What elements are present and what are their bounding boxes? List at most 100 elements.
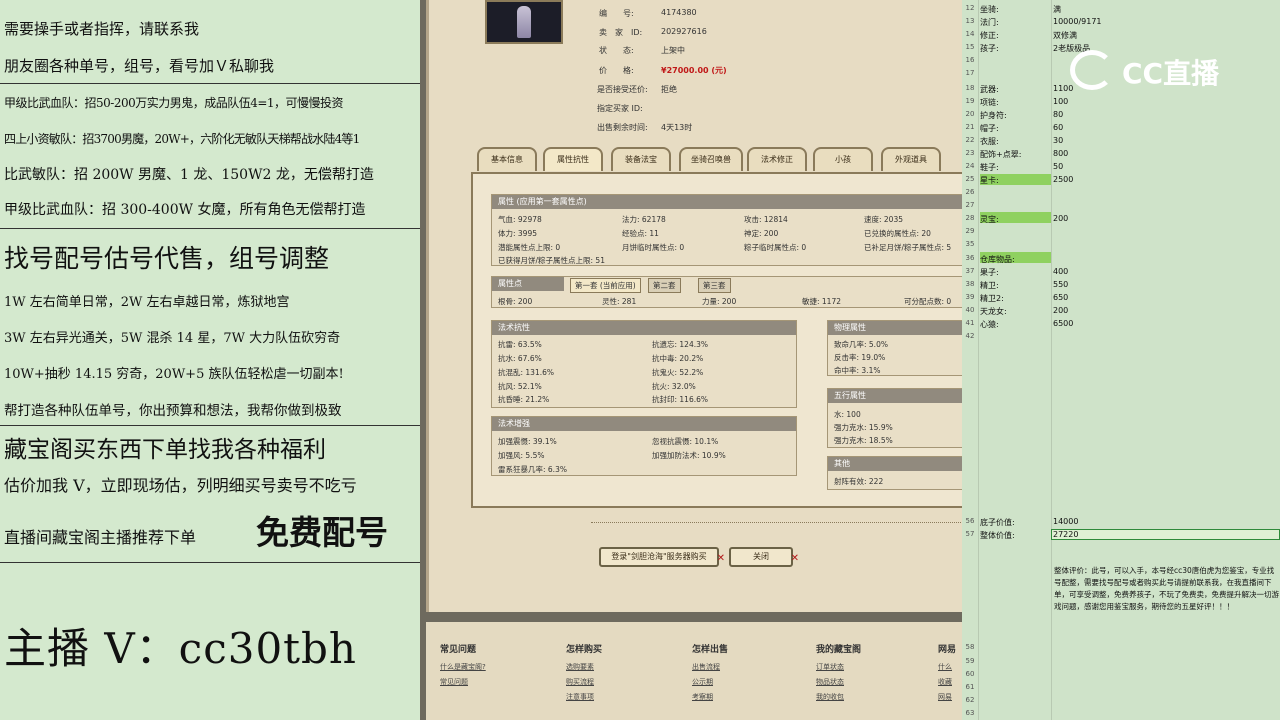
footer-link[interactable]: 选购要素 [566, 662, 594, 672]
tab-child[interactable]: 小孩 [813, 147, 873, 171]
point-value: 敏捷: 1172 [802, 297, 841, 306]
sheet-key-cell[interactable]: 仓库物品: [980, 254, 1015, 265]
tab-mounts-pets[interactable]: 坐骑召唤兽 [679, 147, 743, 171]
resist-value: 抗雷: 63.5% [498, 340, 542, 349]
tab-spell-mods[interactable]: 法术修正 [747, 147, 807, 171]
sheet-key-cell[interactable]: 修正: [980, 30, 999, 41]
boost-value: 加强震慑: 39.1% [498, 437, 557, 446]
five-elements-section: 五行属性 水: 100 强力克水: 15.9% 强力克木: 18.5% [827, 388, 962, 448]
row-number: 36 [965, 254, 975, 262]
footer-link[interactable]: 什么 [938, 662, 952, 672]
row-number: 40 [965, 306, 975, 314]
close-button[interactable]: 关闭 ✕ [729, 547, 799, 567]
tab-attributes[interactable]: 属性抗性 [543, 147, 603, 171]
footer-link[interactable]: 购买流程 [566, 677, 594, 687]
login-buy-button[interactable]: 登录"剑胆沧海"服务器购买 ✕ [599, 547, 725, 567]
resist-value: 抗混乱: 131.6% [498, 368, 555, 377]
footer-link[interactable]: 网易 [938, 692, 952, 702]
sheet-key-cell[interactable]: 心猿: [980, 319, 999, 330]
footer-link[interactable]: 常见问题 [440, 677, 468, 687]
row-number: 35 [965, 240, 975, 248]
footer-link[interactable]: 公示期 [692, 677, 713, 687]
sheet-key-cell[interactable]: 果子: [980, 267, 999, 278]
point-value: 灵性: 281 [602, 297, 637, 306]
remaining-label: 出售剩余时间: [597, 123, 648, 132]
footer-link[interactable]: 考察期 [692, 692, 713, 702]
sheet-key-cell[interactable]: 坐骑: [980, 4, 999, 15]
sheet-value-cell[interactable]: 50 [1053, 162, 1063, 171]
attr-value: 体力: 3995 [498, 229, 537, 238]
boost-value: 雷系狂暴几率: 6.3% [498, 465, 567, 474]
price-value: ¥27000.00 (元) [661, 66, 727, 75]
character-thumbnail [485, 0, 563, 44]
sheet-value-cell[interactable]: 100 [1053, 97, 1068, 106]
footer-link[interactable]: 订单状态 [816, 662, 844, 672]
row-number: 15 [965, 43, 975, 51]
sheet-value-cell[interactable]: 200 [1053, 306, 1068, 315]
sheet-key-cell[interactable]: 精卫2: [980, 293, 1004, 304]
resist-value: 抗中毒: 20.2% [652, 354, 704, 363]
sheet-key-cell[interactable]: 天龙女: [980, 306, 1007, 317]
tab-equipment[interactable]: 装备法宝 [611, 147, 671, 171]
sheet-value-cell[interactable]: 650 [1053, 293, 1068, 302]
cc-logo-icon [1070, 50, 1114, 90]
resist-value: 抗封印: 116.6% [652, 395, 709, 404]
sheet-key-cell[interactable]: 星卡: [980, 175, 999, 186]
sheet-value-cell[interactable]: 200 [1053, 214, 1068, 223]
footer-link[interactable]: 收藏 [938, 677, 952, 687]
sheet-key-cell[interactable]: 衣服: [980, 136, 999, 147]
other-value: 射阵有效: 222 [834, 477, 884, 486]
sheet-key-cell[interactable]: 帽子: [980, 123, 999, 134]
footer-link[interactable]: 什么是藏宝阁? [440, 662, 486, 672]
footer-link[interactable]: 注意事项 [566, 692, 594, 702]
section-title: 法术抗性 [492, 321, 796, 335]
close-mark-icon: ✕ [790, 553, 799, 564]
sheet-key-cell[interactable]: 灵宝: [980, 214, 999, 225]
sheet-value-cell[interactable]: 80 [1053, 110, 1063, 119]
footer-col-title: 网易 [938, 645, 957, 655]
boost-value: 加强加防法术: 10.9% [652, 451, 726, 460]
row-number: 25 [965, 175, 975, 183]
footer-link[interactable]: 出售流程 [692, 662, 720, 672]
sheet-value-cell[interactable]: 400 [1053, 267, 1068, 276]
sheet-key-cell[interactable]: 护身符: [980, 110, 1007, 121]
sheet-key-cell[interactable]: 底子价值: [980, 517, 1015, 528]
sheet-key-cell[interactable]: 孩子: [980, 43, 999, 54]
tab-second-set[interactable]: 第二套 [648, 278, 681, 293]
sheet-value-cell[interactable]: 14000 [1053, 517, 1078, 526]
footer-link[interactable]: 物品状态 [816, 677, 844, 687]
sheet-value-cell[interactable]: 30 [1053, 136, 1063, 145]
sheet-key-cell[interactable]: 鞋子: [980, 162, 999, 173]
sheet-value-cell[interactable]: 6500 [1053, 319, 1073, 328]
tab-appearance[interactable]: 外观道具 [881, 147, 941, 171]
overall-comment: 整体评价：此号，可以入手，本号经cc30唐伯虎为您鉴宝，专业找号配整，需要找号配… [1054, 566, 1279, 611]
element-value: 强力克水: 15.9% [834, 423, 893, 432]
sheet-key-cell[interactable]: 配饰+点翠: [980, 149, 1021, 160]
footer-col-title: 怎样购买 [566, 645, 603, 655]
sheet-key-cell[interactable]: 项链: [980, 97, 999, 108]
sheet-key-cell[interactable]: 武器: [980, 84, 999, 95]
tab-third-set[interactable]: 第三套 [698, 278, 731, 293]
listing-frame: 编 号: 4174380 卖 家 ID: 202927616 状 态: 上架中 … [426, 0, 962, 612]
remaining-value: 4天13时 [661, 123, 693, 132]
tab-basic-info[interactable]: 基本信息 [477, 147, 537, 171]
sheet-value-cell[interactable]: 27220 [1053, 530, 1078, 539]
sheet-key-cell[interactable]: 精卫: [980, 280, 999, 291]
sheet-value-cell[interactable]: 60 [1053, 123, 1063, 132]
element-value: 强力克木: 18.5% [834, 436, 893, 445]
sheet-value-cell[interactable]: 550 [1053, 280, 1068, 289]
sheet-value-cell[interactable]: 满 [1053, 4, 1061, 15]
ad-line: 1W 左右简单日常，2W 左右卓越日常，炼狱地宫 [4, 295, 290, 310]
sheet-value-cell[interactable]: 800 [1053, 149, 1068, 158]
sheet-key-cell[interactable]: 法门: [980, 17, 999, 28]
sheet-key-cell[interactable]: 整体价值: [980, 530, 1015, 541]
sheet-value-cell[interactable]: 2500 [1053, 175, 1073, 184]
footer-col-title: 常见问题 [440, 645, 477, 655]
point-value: 可分配点数: 0 [904, 297, 952, 306]
row-number: 63 [965, 709, 975, 717]
tab-first-set[interactable]: 第一套 (当前应用) [570, 278, 641, 293]
sheet-value-cell[interactable]: 双修满 [1053, 30, 1077, 41]
sheet-value-cell[interactable]: 10000/9171 [1053, 17, 1102, 26]
footer-link[interactable]: 我的收包 [816, 692, 844, 702]
ad-line: 估价加我 V，立即现场估，列明细买号卖号不吃亏 [4, 476, 357, 495]
